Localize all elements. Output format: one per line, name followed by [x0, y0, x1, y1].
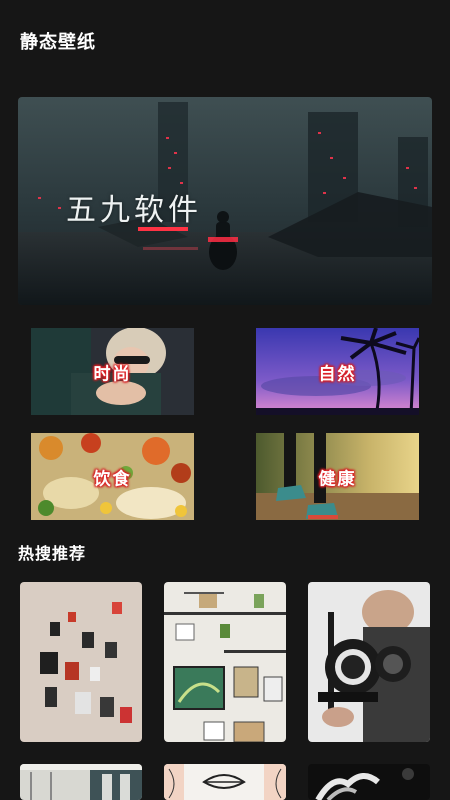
category-health[interactable]: 健康 — [256, 433, 419, 520]
wallpaper-thumb-image — [20, 764, 142, 800]
wallpaper-thumb[interactable] — [164, 764, 286, 800]
banner-watermark-text: 五九软件 — [66, 193, 202, 228]
wallpaper-thumb[interactable] — [20, 582, 142, 742]
category-food[interactable]: 饮食 — [31, 433, 194, 520]
wallpaper-thumb[interactable] — [20, 764, 142, 800]
category-fashion-label: 时尚 — [93, 364, 132, 384]
category-nature-label: 自然 — [318, 364, 357, 384]
wallpaper-thumb-image — [308, 582, 430, 742]
wallpaper-page: 静态壁纸 五九软件 时尚 自然 饮食 健康 热搜推荐 — [0, 0, 450, 800]
wallpaper-thumb-image — [164, 764, 286, 800]
wallpaper-thumb-image — [308, 764, 430, 800]
hot-recommend-title: 热搜推荐 — [18, 544, 87, 563]
wallpaper-thumb[interactable] — [164, 582, 286, 742]
page-title: 静态壁纸 — [20, 32, 96, 53]
wallpaper-thumb-image — [164, 582, 286, 742]
category-fashion[interactable]: 时尚 — [31, 328, 194, 415]
wallpaper-thumb-image — [20, 582, 142, 742]
wallpaper-thumb[interactable] — [308, 582, 430, 742]
wallpaper-thumb[interactable] — [308, 764, 430, 800]
category-food-label: 饮食 — [93, 469, 132, 489]
banner[interactable]: 五九软件 — [18, 97, 432, 305]
category-health-label: 健康 — [318, 469, 357, 489]
category-nature[interactable]: 自然 — [256, 328, 419, 415]
